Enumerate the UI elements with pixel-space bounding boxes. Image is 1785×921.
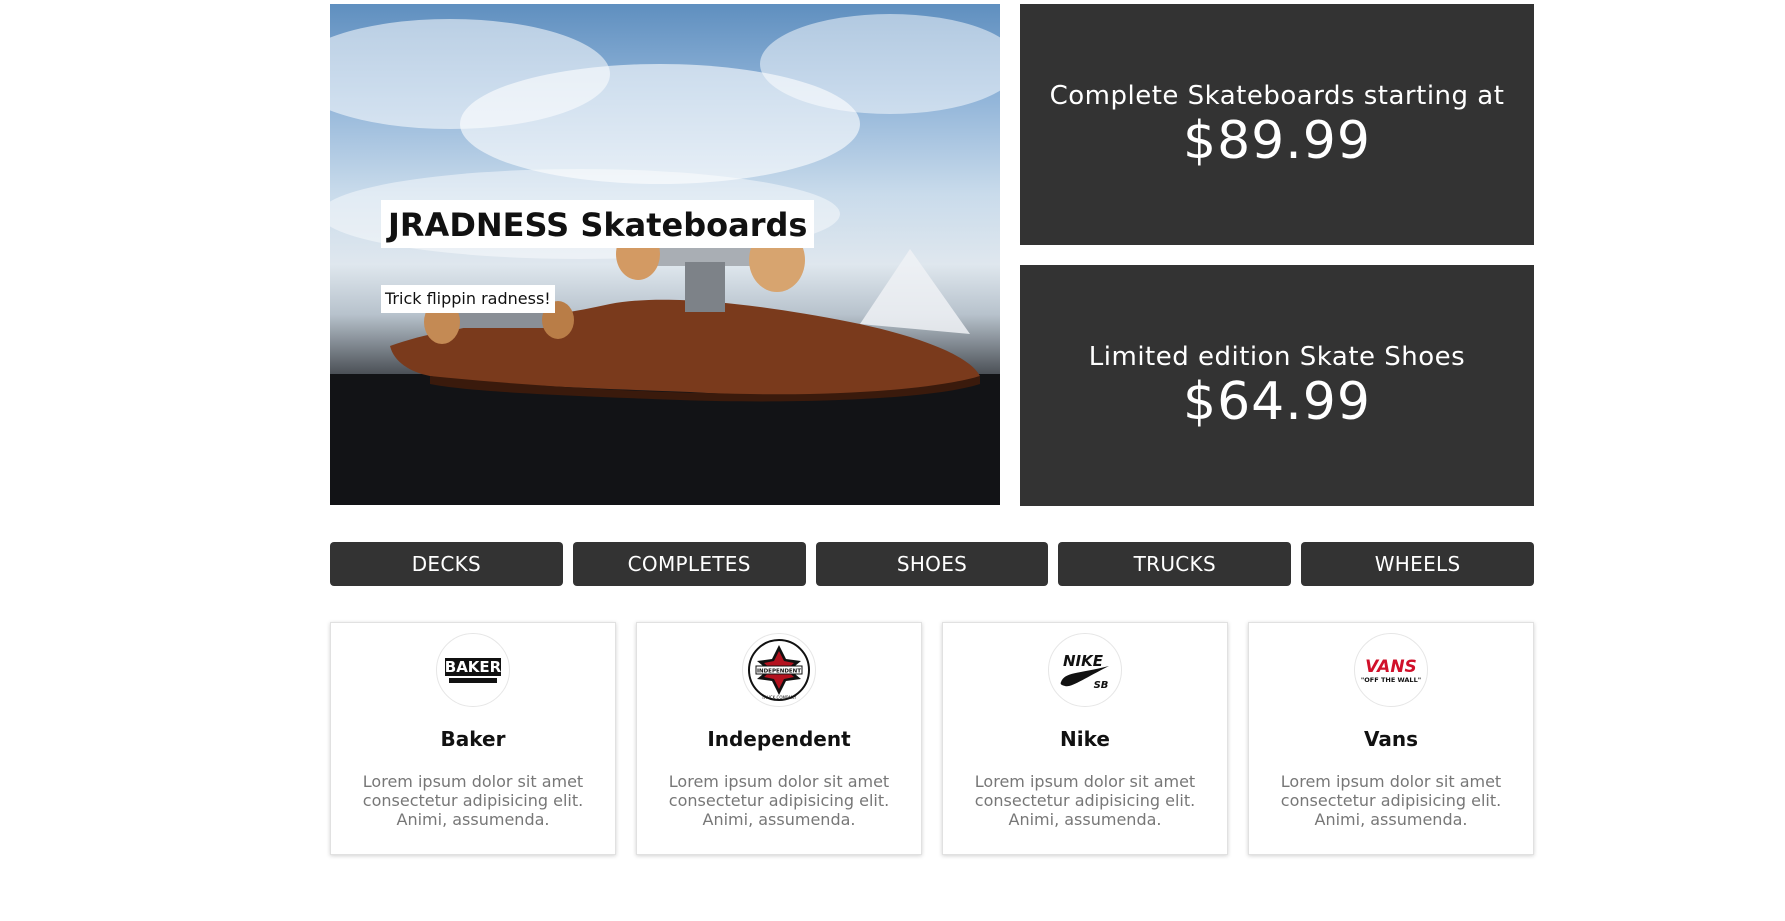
brand-card-baker[interactable]: BAKER Baker Lorem ipsum dolor sit amet c… [330, 622, 616, 855]
brand-description: Lorem ipsum dolor sit amet consectetur a… [668, 772, 890, 829]
brand-card-nike[interactable]: NIKE SB Nike Lorem ipsum dolor sit amet … [942, 622, 1228, 855]
brand-name: Baker [440, 727, 506, 751]
hero-subtitle: Trick flippin radness! [381, 285, 555, 313]
promo-text: Limited edition Skate Shoes [1088, 341, 1466, 372]
promo-complete-skateboards[interactable]: Complete Skateboards starting at $89.99 [1020, 4, 1534, 245]
category-button-shoes[interactable]: SHOES [815, 542, 1049, 586]
svg-text:INDEPENDENT: INDEPENDENT [757, 669, 801, 675]
svg-text:BAKER: BAKER [445, 658, 502, 676]
svg-text:"OFF THE WALL": "OFF THE WALL" [1361, 676, 1421, 684]
svg-text:SB: SB [1094, 680, 1109, 691]
brand-card-vans[interactable]: VANS "OFF THE WALL" Vans Lorem ipsum dol… [1248, 622, 1534, 855]
svg-text:VANS: VANS [1365, 657, 1417, 677]
category-button-trucks[interactable]: TRUCKS [1058, 542, 1292, 586]
promo-price: $64.99 [1183, 371, 1371, 432]
skateboard-hero-image [330, 14, 1000, 505]
brand-description: Lorem ipsum dolor sit amet consectetur a… [362, 772, 584, 829]
svg-text:NIKE: NIKE [1063, 652, 1104, 670]
page: JRADNESS Skateboards Trick flippin radne… [0, 0, 1785, 921]
baker-logo-icon: BAKER [436, 633, 510, 707]
brand-name: Independent [707, 727, 851, 751]
nike-swoosh-icon: NIKE SB [1048, 633, 1122, 707]
brand-card-independent[interactable]: INDEPENDENT TRUCK COMPANY Independent Lo… [636, 622, 922, 855]
svg-text:TRUCK COMPANY: TRUCK COMPANY [761, 695, 797, 700]
promo-skate-shoes[interactable]: Limited edition Skate Shoes $64.99 [1020, 265, 1534, 506]
category-nav: DECKS COMPLETES SHOES TRUCKS WHEELS [330, 542, 1534, 586]
promo-text: Complete Skateboards starting at [1049, 80, 1505, 111]
category-button-completes[interactable]: COMPLETES [572, 542, 806, 586]
category-button-wheels[interactable]: WHEELS [1301, 542, 1534, 586]
brand-description: Lorem ipsum dolor sit amet consectetur a… [974, 772, 1196, 829]
brand-name: Vans [1363, 727, 1419, 751]
promo-price: $89.99 [1183, 110, 1371, 171]
independent-cross-icon: INDEPENDENT TRUCK COMPANY [742, 633, 816, 707]
vans-logo-icon: VANS "OFF THE WALL" [1354, 633, 1428, 707]
category-button-decks[interactable]: DECKS [330, 542, 563, 586]
brand-cards: BAKER Baker Lorem ipsum dolor sit amet c… [330, 622, 1534, 855]
hero-title: JRADNESS Skateboards [381, 200, 815, 248]
brand-description: Lorem ipsum dolor sit amet consectetur a… [1280, 772, 1502, 829]
hero-banner: JRADNESS Skateboards Trick flippin radne… [330, 4, 1000, 505]
brand-name: Nike [1060, 727, 1110, 751]
